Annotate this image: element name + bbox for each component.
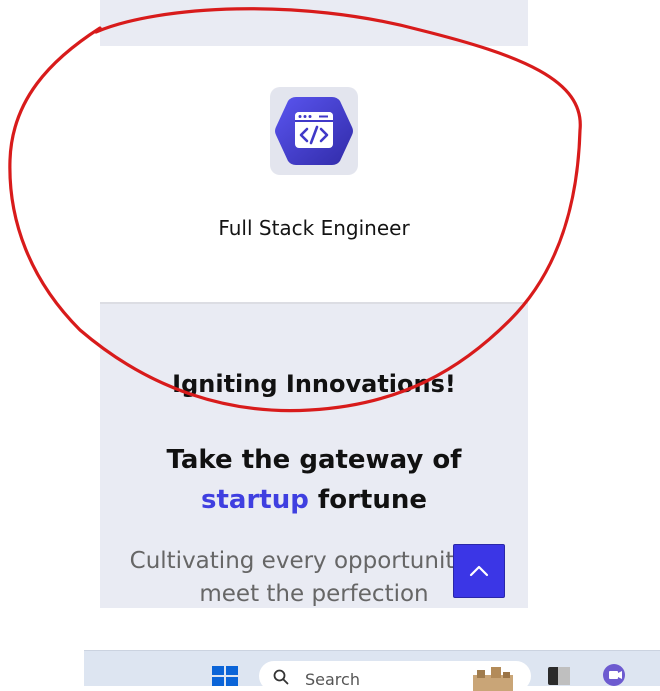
app-icon[interactable] <box>546 663 572 687</box>
search-icon <box>273 669 289 685</box>
headline-accent: startup <box>201 485 309 515</box>
meet-icon[interactable] <box>602 663 630 687</box>
role-card[interactable]: Full Stack Engineer <box>100 46 528 304</box>
search-placeholder: Search <box>305 670 360 689</box>
role-title: Full Stack Engineer <box>218 216 410 240</box>
headline: Take the gateway of startup fortune <box>120 440 508 520</box>
taskbar: Search <box>84 650 660 691</box>
code-window-icon <box>270 87 358 175</box>
description: Cultivating every opportunity to meet th… <box>129 548 499 607</box>
headline-prefix: Take the gateway of <box>166 445 462 475</box>
search-highlight-image <box>473 667 513 691</box>
chevron-up-icon <box>469 565 489 577</box>
taskbar-search[interactable]: Search <box>259 661 531 691</box>
windows-start-icon[interactable] <box>212 666 238 686</box>
scroll-to-top-button[interactable] <box>453 544 505 598</box>
content-panel: Full Stack Engineer Igniting Innovations… <box>100 0 528 608</box>
headline-suffix: fortune <box>308 485 427 515</box>
tagline: Igniting Innovations! <box>172 370 456 398</box>
